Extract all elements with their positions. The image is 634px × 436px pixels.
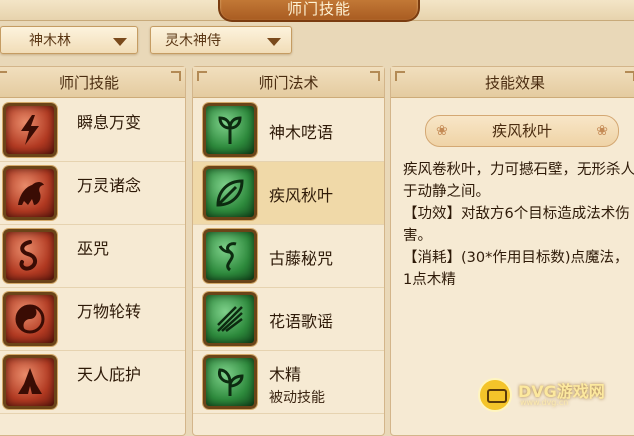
skill-item[interactable]: 天人庇护 (0, 351, 185, 414)
lightning-icon (3, 103, 57, 157)
sect-spells-panel: 师门法术 神木呓语 疾风秋叶 古藤秘咒 花语歌谣 木精 被动技能 (192, 66, 385, 436)
skill-effect-line: 【功效】对敌方6个目标造成法术伤害。 (403, 206, 630, 244)
sect-dropdown[interactable]: 神木林 (0, 26, 138, 54)
skill-label: 万物轮转 (77, 302, 142, 321)
window-title: 师门技能 (218, 0, 420, 22)
skill-description-block: 疾风卷秋叶，力可撼石壁，无形杀人于动静之间。 【功效】对敌方6个目标造成法术伤害… (403, 159, 634, 291)
spell-item[interactable]: 木精 被动技能 (193, 351, 384, 414)
leaf-icon (203, 166, 257, 220)
sect-skills-header: 师门技能 (0, 67, 185, 98)
gamepad-logo-icon (478, 378, 512, 412)
skill-label: 瞬息万变 (77, 113, 142, 132)
spell-sublabel: 被动技能 (269, 390, 325, 406)
spell-label: 神木呓语 (269, 123, 334, 142)
branch-dropdown-value: 灵木神侍 (165, 33, 221, 49)
skill-item[interactable]: 万物轮转 (0, 288, 185, 351)
sect-spells-header: 师门法术 (193, 67, 384, 98)
skill-label: 巫咒 (77, 239, 110, 258)
flower-icon (203, 292, 257, 346)
spell-label: 木精 (269, 365, 302, 384)
praying-hands-icon (3, 355, 57, 409)
beast-icon (3, 166, 57, 220)
spell-item[interactable]: 花语歌谣 (193, 288, 384, 351)
sect-skills-panel: 师门技能 瞬息万变 万灵诸念 巫咒 万物轮转 天人庇护 (0, 66, 186, 436)
chevron-down-icon (267, 38, 281, 46)
spell-item[interactable]: 古藤秘咒 (193, 225, 384, 288)
skill-description: 疾风卷秋叶，力可撼石壁，无形杀人于动静之间。 (403, 162, 634, 200)
watermark-url: www.dvg.cn (520, 398, 569, 407)
vine-icon (203, 229, 257, 283)
skill-item[interactable]: 万灵诸念 (0, 162, 185, 225)
skill-cost-line: 【消耗】(30*作用目标数)点魔法，1点木精 (403, 250, 629, 288)
sprout-icon (203, 103, 257, 157)
spell-item-selected[interactable]: 疾风秋叶 (193, 162, 384, 225)
skill-name-plate: 疾风秋叶 (425, 115, 619, 147)
skill-item[interactable]: 瞬息万变 (0, 99, 185, 162)
serpent-icon (3, 229, 57, 283)
spell-item[interactable]: 神木呓语 (193, 99, 384, 162)
chevron-down-icon (113, 38, 127, 46)
watermark: DVG游戏网 www.dvg.cn (478, 376, 634, 412)
spell-label: 疾风秋叶 (269, 186, 334, 205)
yin-yang-icon (3, 292, 57, 346)
title-bar: 师门技能 (0, 0, 634, 22)
skill-item[interactable]: 巫咒 (0, 225, 185, 288)
branch-dropdown[interactable]: 灵木神侍 (150, 26, 292, 54)
skill-effect-header: 技能效果 (391, 67, 634, 98)
skill-label: 万灵诸念 (77, 176, 142, 195)
sect-dropdown-value: 神木林 (29, 33, 71, 49)
seedling-icon (203, 355, 257, 409)
spell-label: 花语歌谣 (269, 312, 334, 331)
skill-label: 天人庇护 (77, 365, 142, 384)
spell-label: 古藤秘咒 (269, 249, 334, 268)
